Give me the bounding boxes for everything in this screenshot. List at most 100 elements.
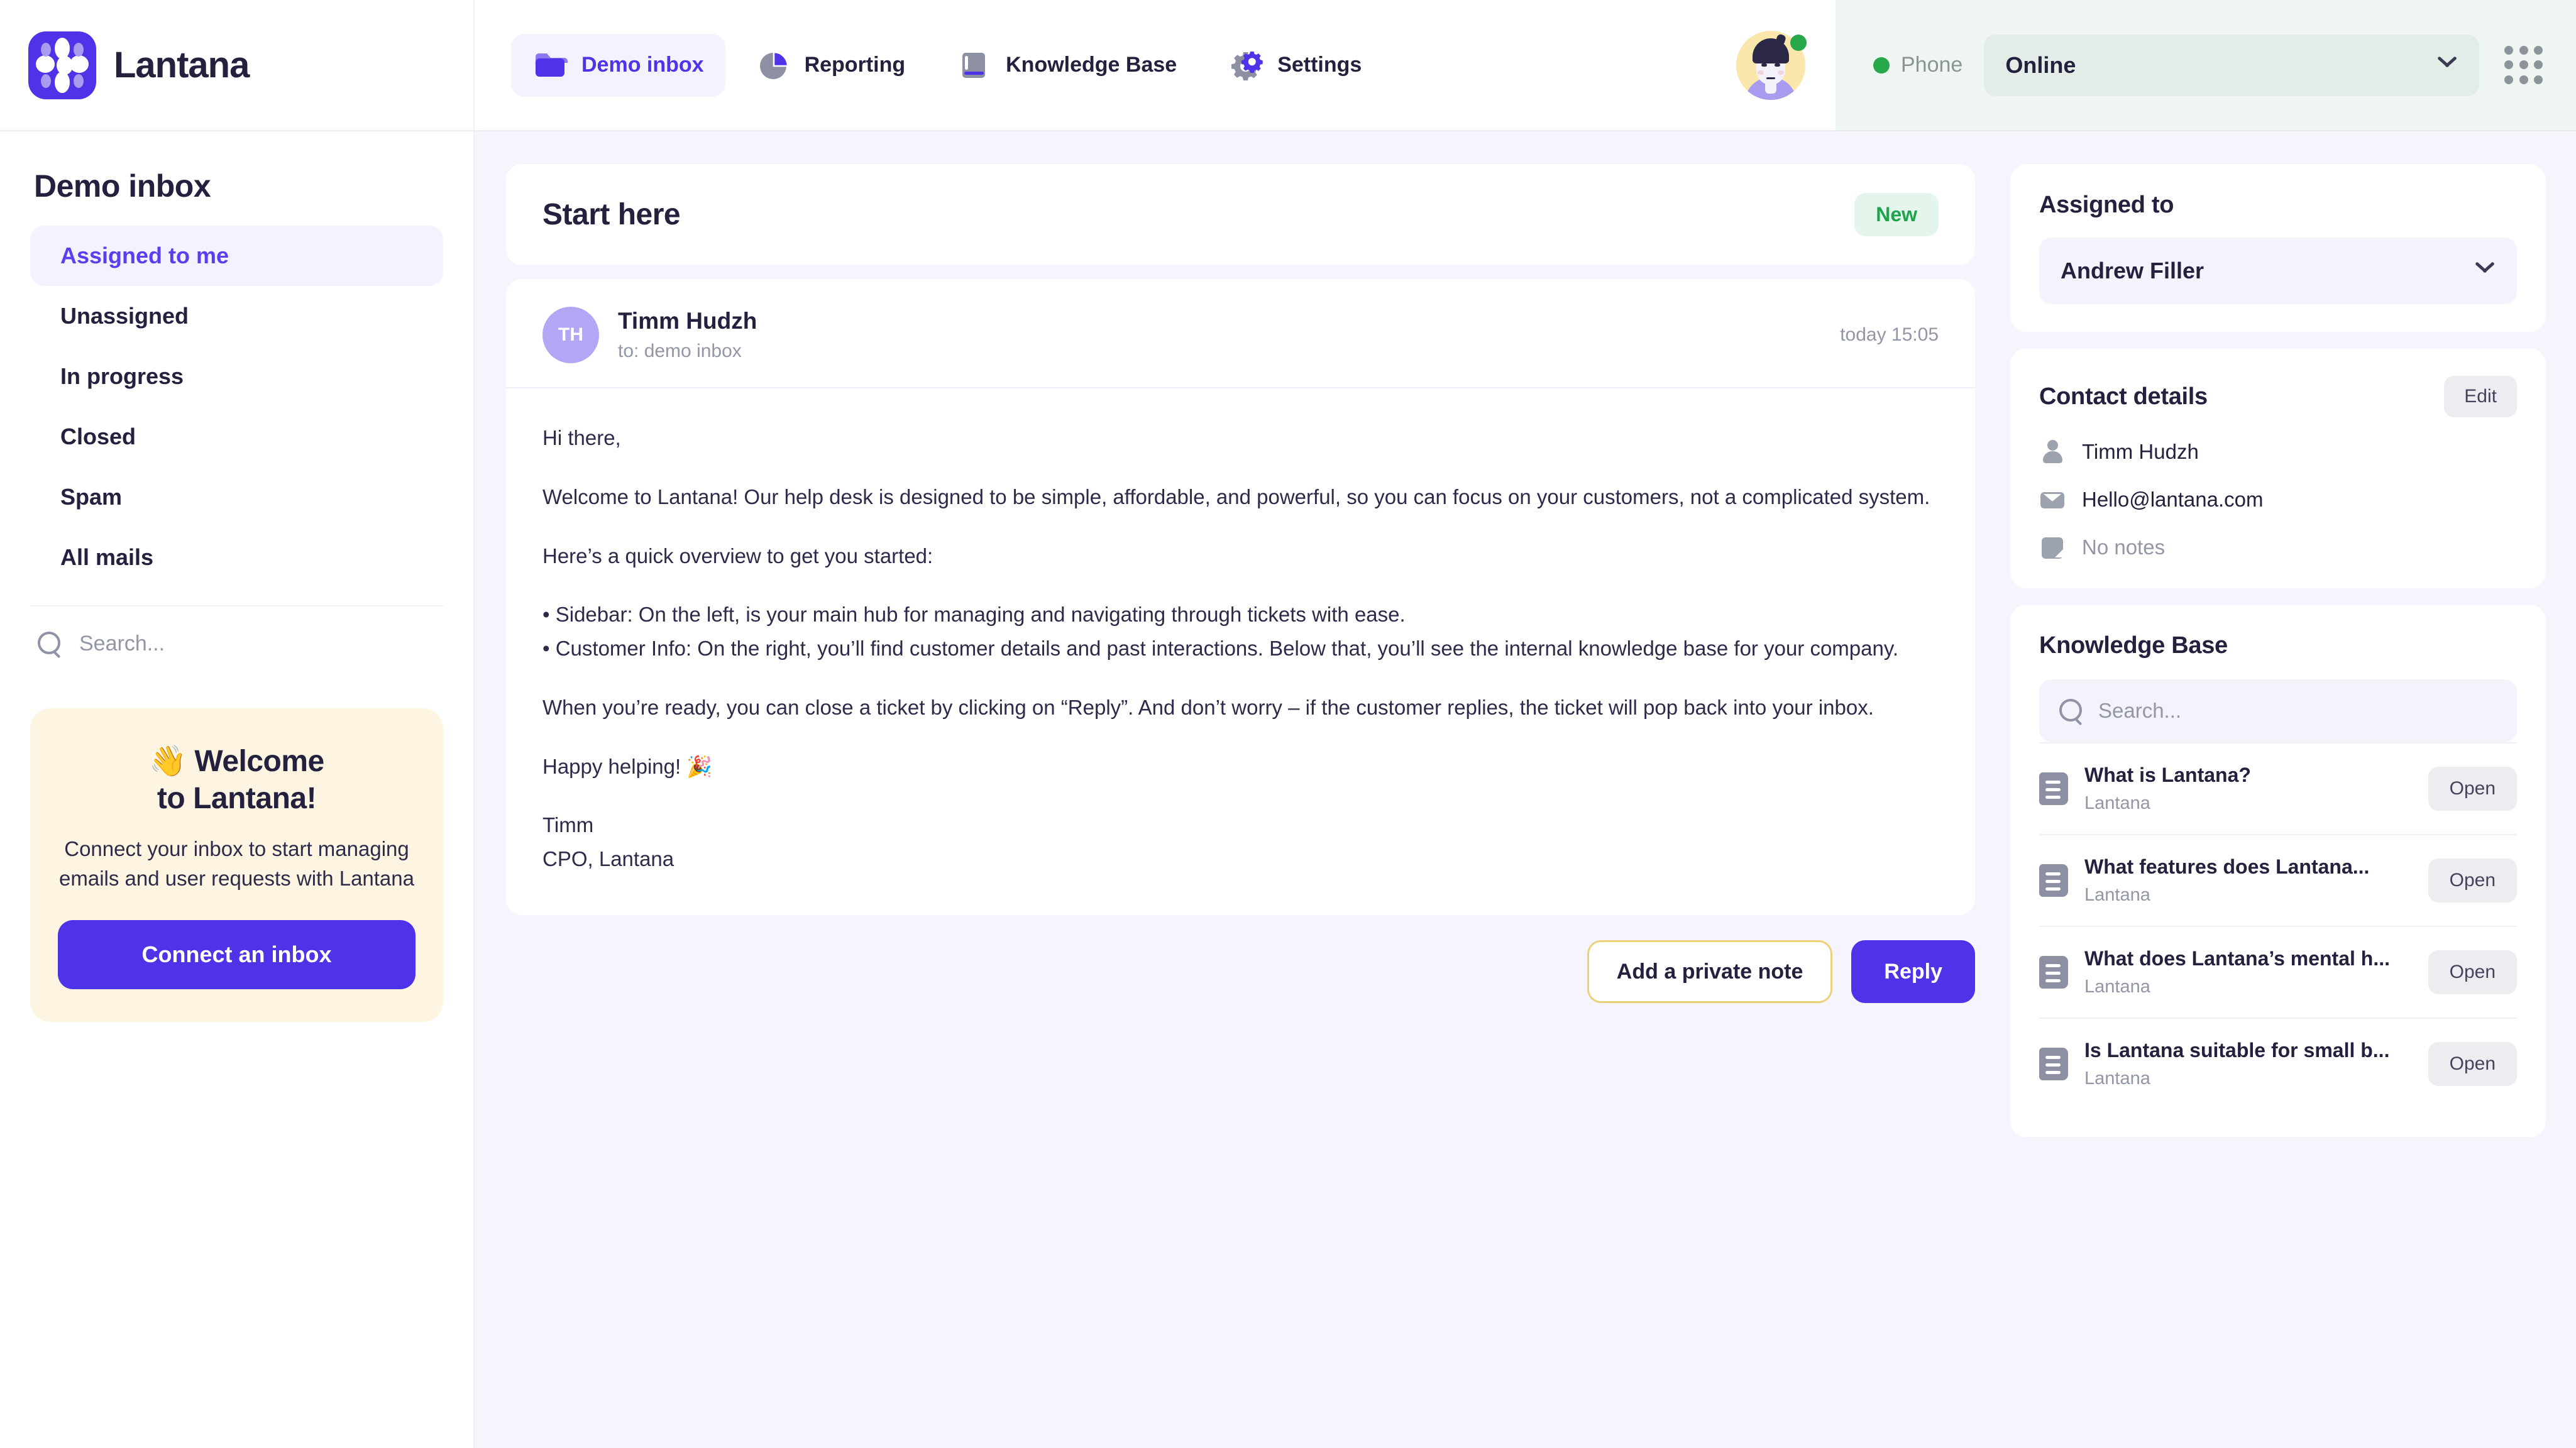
search-input[interactable]: Search...	[30, 606, 443, 681]
sidebar: Demo inbox Assigned to me Unassigned In …	[0, 131, 475, 1448]
message-paragraph-1: Welcome to Lantana! Our help desk is des…	[542, 485, 1930, 508]
list-item[interactable]: What is Lantana? Lantana Open	[2039, 742, 2517, 834]
list-item[interactable]: Is Lantana suitable for small b... Lanta…	[2039, 1017, 2517, 1109]
message-paragraph-2: Here’s a quick overview to get you start…	[542, 544, 933, 568]
sidebar-item-label: In progress	[60, 363, 184, 389]
brand-area: Lantana	[0, 0, 475, 131]
sender-meta: Timm Hudzh to: demo inbox	[618, 308, 757, 362]
sidebar-item-label: Spam	[60, 484, 123, 510]
presence-value: Online	[2005, 52, 2076, 78]
sidebar-item-closed[interactable]: Closed	[30, 407, 443, 467]
message-card: TH Timm Hudzh to: demo inbox today 15:05…	[506, 279, 1975, 916]
contact-email-row: Hello@lantana.com	[2039, 486, 2517, 513]
welcome-title-line2: to Lantana!	[157, 781, 317, 815]
contact-details-title: Contact details	[2039, 383, 2208, 410]
chevron-down-icon	[2436, 59, 2458, 72]
sidebar-item-label: All mails	[60, 544, 154, 570]
nav-item-label: Settings	[1277, 53, 1362, 77]
contact-notes: No notes	[2082, 535, 2166, 559]
message-bullet-1: • Sidebar: On the left, is your main hub…	[542, 603, 1406, 627]
kb-item-source: Lantana	[2084, 977, 2150, 997]
kb-item-source: Lantana	[2084, 1068, 2150, 1089]
lantana-flower-logo-icon	[28, 31, 96, 99]
contact-email: Hello@lantana.com	[2082, 488, 2264, 511]
sidebar-item-spam[interactable]: Spam	[30, 467, 443, 527]
article-icon	[2039, 864, 2068, 897]
sidebar-item-all-mails[interactable]: All mails	[30, 527, 443, 588]
search-placeholder: Search...	[79, 631, 165, 655]
kb-item-source: Lantana	[2084, 885, 2150, 905]
message-timestamp: today 15:05	[1840, 324, 1939, 345]
kb-item-title: What does Lantana’s mental h...	[2084, 947, 2390, 970]
assigned-to-card: Assigned to Andrew Filler	[2010, 164, 2546, 332]
nav-item-label: Demo inbox	[581, 53, 704, 77]
recipient-line: to: demo inbox	[618, 341, 742, 361]
list-item[interactable]: What features does Lantana... Lantana Op…	[2039, 834, 2517, 926]
presence-select[interactable]: Online	[1984, 34, 2479, 96]
top-bar: Lantana Demo inbox Reporting Knowledge B…	[0, 0, 2576, 131]
assignee-value: Andrew Filler	[2061, 258, 2204, 283]
article-icon	[2039, 956, 2068, 989]
sidebar-item-label: Closed	[60, 424, 136, 449]
open-article-button[interactable]: Open	[2428, 950, 2517, 994]
assignee-select[interactable]: Andrew Filler	[2039, 238, 2517, 304]
sender-name: Timm Hudzh	[618, 308, 757, 334]
contact-details-header: Contact details Edit	[2039, 376, 2517, 417]
edit-contact-button[interactable]: Edit	[2444, 376, 2517, 417]
list-item[interactable]: What does Lantana’s mental h... Lantana …	[2039, 926, 2517, 1017]
open-article-button[interactable]: Open	[2428, 1042, 2517, 1086]
note-icon	[2039, 534, 2066, 561]
contact-notes-row: No notes	[2039, 534, 2517, 561]
signature-name: Timm	[542, 813, 594, 837]
kb-search-input[interactable]: Search...	[2039, 679, 2517, 742]
sender-avatar: TH	[542, 307, 599, 363]
contact-name: Timm Hudzh	[2082, 440, 2199, 463]
nav-item-knowledge-base[interactable]: Knowledge Base	[935, 34, 1198, 97]
sidebar-item-in-progress[interactable]: In progress	[30, 346, 443, 407]
nav-item-demo-inbox[interactable]: Demo inbox	[511, 33, 725, 97]
body-row: Demo inbox Assigned to me Unassigned In …	[0, 131, 2576, 1448]
chevron-down-icon	[2474, 265, 2496, 277]
message-body: Hi there, Welcome to Lantana! Our help d…	[506, 388, 1975, 915]
kb-item-title: What is Lantana?	[2084, 764, 2251, 786]
connect-inbox-button[interactable]: Connect an inbox	[58, 919, 416, 989]
reply-button[interactable]: Reply	[1851, 940, 1975, 1004]
phone-online-dot	[1873, 57, 1890, 74]
ticket-actions: Add a private note Reply	[506, 940, 1975, 1004]
ticket-header: Start here New	[506, 164, 1975, 265]
status-bar: Phone Online	[1836, 0, 2576, 131]
open-article-button[interactable]: Open	[2428, 767, 2517, 811]
nav-item-settings[interactable]: Settings	[1207, 34, 1383, 97]
details-panel: Assigned to Andrew Filler Contact detail…	[2010, 131, 2576, 1448]
gear-icon	[1228, 48, 1263, 83]
article-icon	[2039, 772, 2068, 805]
message-paragraph-3: When you’re ready, you can close a ticke…	[542, 695, 1874, 719]
welcome-card: 👋 Welcome to Lantana! Connect your inbox…	[30, 708, 443, 1022]
book-icon	[957, 48, 992, 83]
nav-item-label: Reporting	[804, 53, 906, 77]
contact-details-card: Contact details Edit Timm Hudzh Hello@la…	[2010, 348, 2546, 588]
kb-item-title: What features does Lantana...	[2084, 855, 2370, 878]
kb-search-placeholder: Search...	[2098, 699, 2182, 722]
knowledge-base-title: Knowledge Base	[2039, 632, 2228, 659]
status-badge: New	[1854, 193, 1939, 236]
avatar[interactable]	[1736, 30, 1807, 100]
person-icon	[2039, 439, 2066, 465]
envelope-icon	[2039, 486, 2066, 513]
open-article-button[interactable]: Open	[2428, 858, 2517, 902]
brand-name: Lantana	[114, 45, 250, 85]
grid-apps-icon[interactable]	[2504, 45, 2543, 85]
message-bullet-2: • Customer Info: On the right, you’ll fi…	[542, 637, 1899, 661]
signature-role: CPO, Lantana	[542, 847, 674, 871]
message-header: TH Timm Hudzh to: demo inbox today 15:05	[506, 279, 1975, 388]
folder-icon	[532, 48, 568, 83]
avatar-hair	[1753, 38, 1789, 63]
sidebar-item-label: Unassigned	[60, 303, 189, 329]
nav-item-reporting[interactable]: Reporting	[734, 34, 927, 97]
add-private-note-button[interactable]: Add a private note	[1587, 940, 1833, 1004]
pie-chart-icon	[756, 48, 791, 83]
search-icon	[38, 632, 62, 655]
welcome-subtitle: Connect your inbox to start managing ema…	[59, 837, 414, 890]
sidebar-item-assigned-to-me[interactable]: Assigned to me	[30, 226, 443, 286]
sidebar-item-unassigned[interactable]: Unassigned	[30, 286, 443, 346]
